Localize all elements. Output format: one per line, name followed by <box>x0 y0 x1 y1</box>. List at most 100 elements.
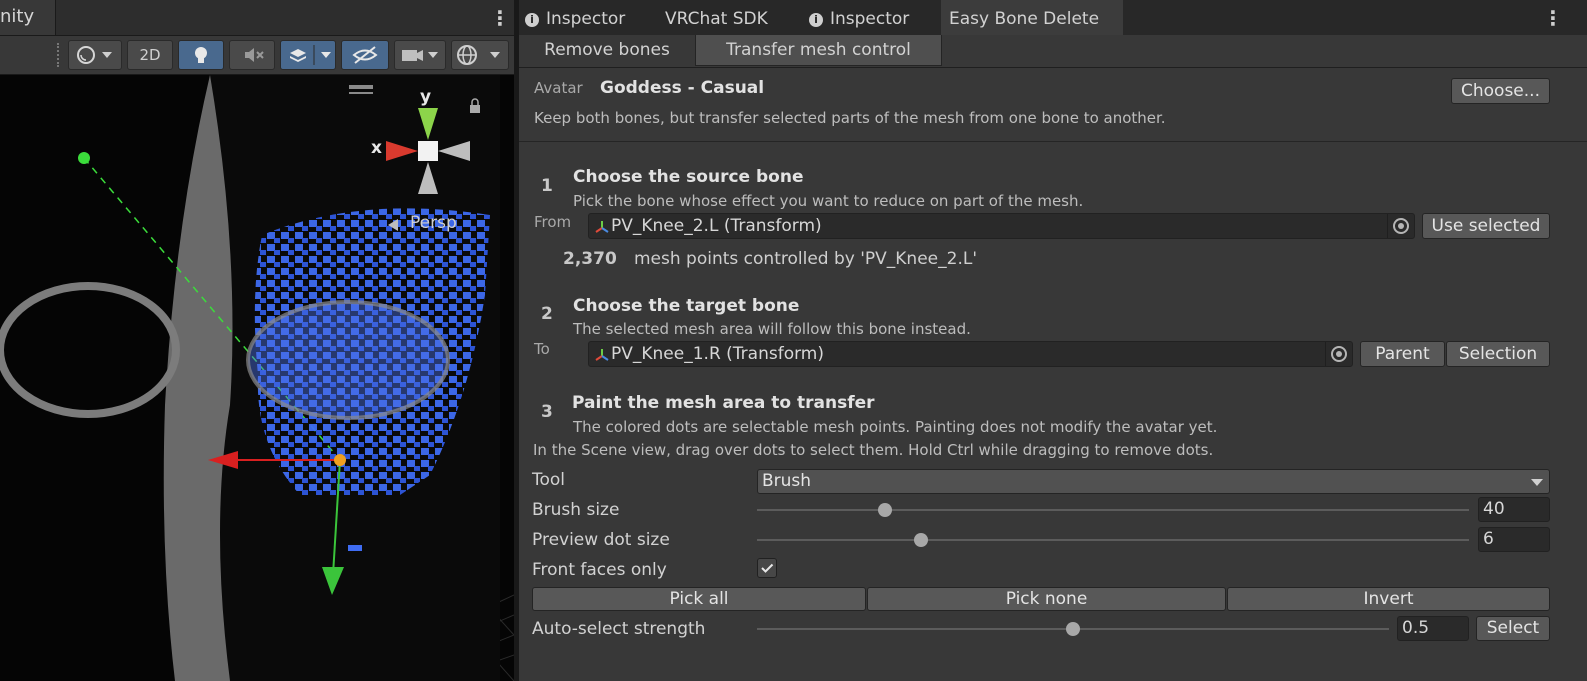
brush-size-label: Brush size <box>532 500 620 520</box>
dot-size-input[interactable]: 6 <box>1478 527 1550 552</box>
shading-mode-dropdown[interactable] <box>68 40 122 70</box>
step-1-title: Choose the source bone <box>573 167 804 187</box>
brush-size-slider-handle[interactable] <box>878 503 893 517</box>
avatar-description: Keep both bones, but transfer selected p… <box>534 109 1166 127</box>
step-2-number: 2 <box>541 304 553 324</box>
toggle-2d-button[interactable]: 2D <box>127 40 173 70</box>
info-icon: i <box>525 13 539 27</box>
pick-all-button[interactable]: Pick all <box>532 587 866 611</box>
source-bone-field[interactable]: PV_Knee_2.L (Transform) <box>588 213 1415 239</box>
scene-tab-label: nity <box>0 6 35 27</box>
object-picker-button[interactable] <box>1325 342 1352 366</box>
object-picker-button[interactable] <box>1387 214 1414 238</box>
camera-icon <box>402 50 438 61</box>
scene-tab-bar: nity ⋮ <box>0 0 514 36</box>
select-button[interactable]: Select <box>1476 616 1550 641</box>
scene-viewport[interactable]: y x Persp <box>0 75 514 681</box>
tab-easy-bone-delete[interactable]: Easy Bone Delete <box>941 0 1123 35</box>
chevron-down-icon <box>1531 479 1543 486</box>
inspector-panel: i Inspector VRChat SDK i Inspector Easy Bo… <box>519 0 1587 681</box>
scene-view-panel: nity ⋮ 2D y x Persp <box>0 0 514 681</box>
inspector-tab-bar: i Inspector VRChat SDK i Inspector Easy Bo… <box>519 0 1587 36</box>
from-label: From <box>534 213 572 231</box>
step-2-description: The selected mesh area will follow this … <box>573 320 971 338</box>
mesh-point-count-text: mesh points controlled by 'PV_Knee_2.L' <box>634 249 977 269</box>
tab-remove-bones[interactable]: Remove bones <box>519 35 695 66</box>
viewport-drag-handle[interactable] <box>349 85 373 89</box>
gizmo-x-label: x <box>371 138 382 158</box>
dot-size-label: Preview dot size <box>532 530 670 550</box>
step-1-number: 1 <box>541 176 553 196</box>
mode-tab-bar: Remove bones Transfer mesh control <box>519 35 1587 68</box>
tab-inspector-1[interactable]: i Inspector <box>525 0 655 35</box>
auto-select-slider-handle[interactable] <box>1066 622 1080 636</box>
tab-label: Inspector <box>830 9 910 29</box>
tab-inspector-2[interactable]: i Inspector <box>809 0 939 35</box>
invert-button[interactable]: Invert <box>1227 587 1550 611</box>
tab-label: Easy Bone Delete <box>949 9 1100 29</box>
auto-select-label: Auto-select strength <box>532 619 706 639</box>
dot-size-slider[interactable] <box>757 539 1469 541</box>
camera-dropdown[interactable] <box>394 40 446 70</box>
selection-button[interactable]: Selection <box>1446 341 1550 367</box>
scene-toolbar: 2D <box>0 36 514 75</box>
ring-collider <box>0 282 180 418</box>
shading-sphere-icon <box>77 46 112 64</box>
tool-dropdown[interactable]: Brush <box>757 469 1550 494</box>
viewport-drag-handle-line <box>349 92 373 94</box>
scene-canvas <box>0 75 514 681</box>
scene-tab[interactable]: nity <box>0 0 56 35</box>
gizmo-center-cube[interactable] <box>418 141 438 161</box>
audio-toggle-button[interactable] <box>229 40 275 70</box>
stray-point <box>348 545 362 551</box>
gizmos-dropdown[interactable] <box>451 40 509 70</box>
transform-icon <box>595 349 609 361</box>
lighting-toggle-button[interactable] <box>178 40 224 70</box>
mesh-point-count: 2,370 <box>563 249 617 269</box>
persp-label[interactable]: Persp <box>410 213 457 233</box>
step-3-description: The colored dots are selectable mesh poi… <box>573 418 1218 436</box>
lightbulb-icon <box>195 47 207 63</box>
tab-transfer-mesh-control[interactable]: Transfer mesh control <box>695 35 942 66</box>
inspector-menu-icon[interactable]: ⋮ <box>1543 8 1563 28</box>
brush-size-input[interactable]: 40 <box>1478 497 1550 522</box>
step-3-instructions: In the Scene view, drag over dots to sel… <box>533 441 1214 459</box>
choose-avatar-button[interactable]: Choose... <box>1451 78 1550 104</box>
object-picker-icon <box>1393 218 1409 234</box>
section-separator <box>519 141 1587 142</box>
parent-button[interactable]: Parent <box>1360 341 1445 367</box>
effects-dropdown[interactable] <box>280 40 336 70</box>
info-icon: i <box>809 13 823 27</box>
front-faces-checkbox[interactable] <box>757 558 777 578</box>
step-3-title: Paint the mesh area to transfer <box>572 393 875 413</box>
to-label: To <box>534 340 550 358</box>
tool-value: Brush <box>762 471 812 491</box>
dot-size-slider-handle[interactable] <box>913 533 928 547</box>
pivot-handle[interactable] <box>334 454 346 466</box>
front-faces-label: Front faces only <box>532 560 667 580</box>
scene-visibility-toggle[interactable] <box>341 40 389 70</box>
tab-label: VRChat SDK <box>665 9 768 29</box>
avatar-name: Goddess - Casual <box>600 78 765 98</box>
checkmark-icon <box>761 563 774 573</box>
step-2-title: Choose the target bone <box>573 296 800 316</box>
auto-select-input[interactable]: 0.5 <box>1397 616 1469 641</box>
avatar-label: Avatar <box>534 79 583 97</box>
use-selected-button[interactable]: Use selected <box>1422 213 1550 239</box>
source-bone-value: PV_Knee_2.L (Transform) <box>611 216 822 236</box>
hidden-eye-icon <box>352 46 378 64</box>
scene-menu-icon[interactable]: ⋮ <box>490 8 510 28</box>
gizmo-y-label: y <box>420 87 432 107</box>
tool-label: Tool <box>532 470 566 490</box>
tab-label: Inspector <box>546 9 626 29</box>
step-3-number: 3 <box>541 402 553 422</box>
layers-effects-icon <box>290 45 331 65</box>
target-bone-field[interactable]: PV_Knee_1.R (Transform) <box>588 341 1353 367</box>
tab-vrchat-sdk[interactable]: VRChat SDK <box>665 0 795 35</box>
transform-icon <box>595 221 609 233</box>
brush-size-slider[interactable] <box>757 509 1469 511</box>
pick-none-button[interactable]: Pick none <box>867 587 1226 611</box>
lock-icon[interactable] <box>470 105 480 113</box>
audio-muted-icon <box>245 48 264 62</box>
toolbar-grip <box>57 43 61 67</box>
